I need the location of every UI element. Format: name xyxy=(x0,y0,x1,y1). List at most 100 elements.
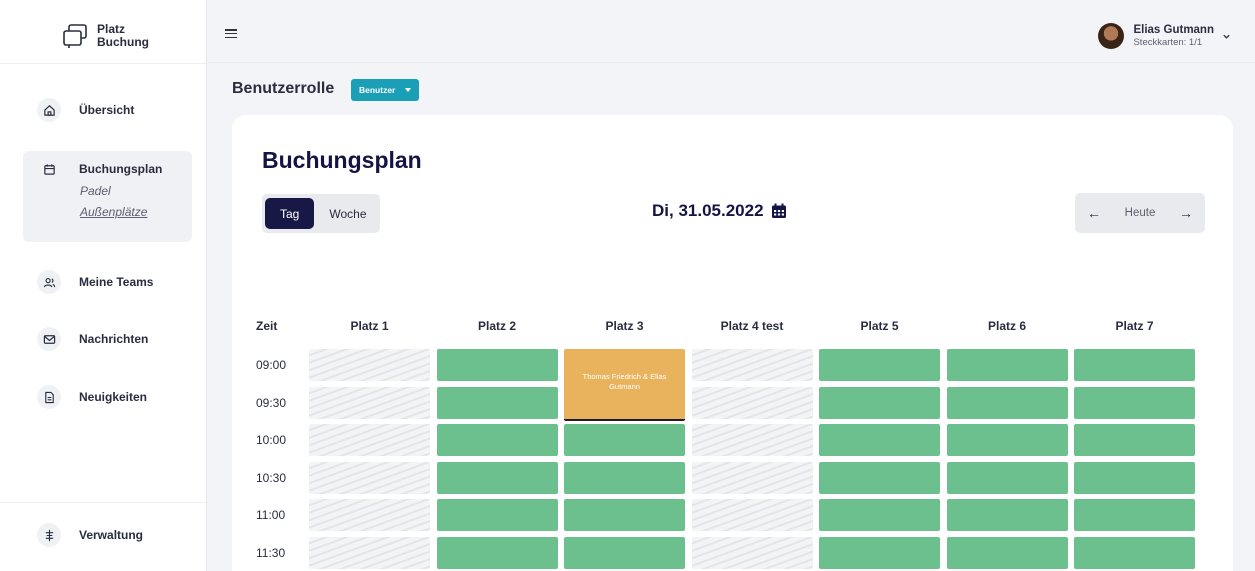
free-slot[interactable] xyxy=(436,424,558,456)
free-slot[interactable] xyxy=(1074,349,1195,381)
sidebar-item-buchungsplan[interactable]: Buchungsplan Padel Außenplätze xyxy=(23,151,192,242)
sidebar-item-meine-teams[interactable]: Meine Teams xyxy=(23,270,192,294)
free-slot[interactable] xyxy=(1074,461,1195,494)
free-slot[interactable] xyxy=(819,349,940,381)
free-slot[interactable] xyxy=(564,424,685,456)
chevron-down-icon xyxy=(1223,34,1230,39)
sidebar-item-label: Buchungsplan xyxy=(79,162,163,176)
time-label: 09:30 xyxy=(256,395,287,410)
calendar-icon xyxy=(37,157,61,181)
free-slot[interactable] xyxy=(436,349,558,381)
time-label: 11:30 xyxy=(256,545,286,560)
role-dropdown[interactable]: Benutzer xyxy=(351,79,420,101)
free-slot[interactable] xyxy=(819,461,940,494)
mail-icon xyxy=(37,327,61,351)
court-header: Platz 7 xyxy=(1115,319,1154,333)
free-slot[interactable] xyxy=(436,386,558,419)
view-toggle: Tag Woche xyxy=(262,194,380,233)
free-slot[interactable] xyxy=(564,499,685,531)
free-slot[interactable] xyxy=(564,461,685,494)
time-label: 11:00 xyxy=(256,508,286,522)
user-menu[interactable]: Elias Gutmann Steckkarten: 1/1 xyxy=(1098,23,1231,49)
unavailable-slot xyxy=(309,349,430,381)
free-slot[interactable] xyxy=(436,461,558,494)
unavailable-slot xyxy=(691,499,813,531)
free-slot[interactable] xyxy=(1074,386,1195,419)
sidebar-item-neuigkeiten[interactable]: Neuigkeiten xyxy=(23,385,192,409)
free-slot[interactable] xyxy=(819,536,940,569)
unavailable-slot xyxy=(691,424,813,456)
time-column-header: Zeit xyxy=(256,319,278,333)
schedule-card: Buchungsplan Tag Woche Di, 31.05.2022 ← … xyxy=(232,115,1233,571)
unavailable-slot xyxy=(691,461,813,494)
unavailable-slot xyxy=(309,536,430,569)
free-slot[interactable] xyxy=(946,349,1068,381)
sidebar-subitem-aussenplaetze[interactable]: Außenplätze xyxy=(80,202,147,223)
time-label: 10:00 xyxy=(256,433,287,447)
team-icon xyxy=(37,270,61,294)
sliders-icon xyxy=(37,523,61,547)
court-header: Platz 6 xyxy=(987,319,1026,333)
role-title: Benutzerrolle xyxy=(232,80,335,97)
arrow-left-icon[interactable]: ← xyxy=(1087,206,1101,220)
booking-block[interactable]: Thomas Friedrich & Elias Gutmann xyxy=(564,349,685,421)
free-slot[interactable] xyxy=(819,499,940,531)
free-slot[interactable] xyxy=(946,536,1068,569)
page-title: Buchungsplan xyxy=(262,147,422,173)
court-header: Platz 5 xyxy=(860,319,899,333)
free-slot[interactable] xyxy=(436,536,558,569)
unavailable-slot xyxy=(309,461,430,494)
free-slot[interactable] xyxy=(1074,536,1195,569)
date-label: Di, 31.05.2022 xyxy=(652,201,764,220)
document-icon xyxy=(37,385,61,409)
sidebar-item-uebersicht[interactable]: Übersicht xyxy=(23,98,192,122)
court-header: Platz 2 xyxy=(477,319,516,333)
free-slot[interactable] xyxy=(946,461,1068,494)
unavailable-slot xyxy=(691,386,813,419)
free-slot[interactable] xyxy=(819,424,940,456)
court-header: Platz 1 xyxy=(350,319,389,333)
divider xyxy=(0,63,206,64)
sidebar-item-nachrichten[interactable]: Nachrichten xyxy=(23,327,192,351)
home-icon xyxy=(37,98,61,122)
sidebar-item-label: Neuigkeiten xyxy=(79,390,148,404)
today-button[interactable]: Heute xyxy=(1125,207,1156,219)
time-label: 09:00 xyxy=(256,358,287,372)
tab-woche[interactable]: Woche xyxy=(314,198,381,229)
avatar xyxy=(1098,23,1125,49)
brand-logo[interactable]: Platz Buchung xyxy=(61,22,149,50)
free-slot[interactable] xyxy=(1074,499,1195,531)
arrow-right-icon[interactable]: → xyxy=(1179,206,1193,220)
sidebar-item-label: Übersicht xyxy=(79,103,135,117)
menu-icon[interactable] xyxy=(225,29,237,38)
role-dropdown-label: Benutzer xyxy=(359,85,396,95)
free-slot[interactable] xyxy=(564,536,685,569)
topbar: Elias Gutmann Steckkarten: 1/1 xyxy=(208,0,1255,63)
calendar-icon[interactable] xyxy=(771,203,787,219)
unavailable-slot xyxy=(309,499,430,531)
free-slot[interactable] xyxy=(946,499,1068,531)
free-slot[interactable] xyxy=(1074,424,1195,456)
sidebar-subitem-padel[interactable]: Padel xyxy=(80,181,111,202)
free-slot[interactable] xyxy=(436,499,558,531)
user-name: Elias Gutmann xyxy=(1133,24,1214,36)
sidebar-item-verwaltung[interactable]: Verwaltung xyxy=(23,523,192,547)
court-header: Platz 4 test xyxy=(720,319,784,333)
free-slot[interactable] xyxy=(946,424,1068,456)
free-slot[interactable] xyxy=(819,386,940,419)
court-header: Platz 3 xyxy=(605,319,644,333)
time-label: 10:30 xyxy=(256,470,287,485)
sidebar: Platz Buchung Übersicht Buchungsplan Pad… xyxy=(0,0,207,571)
caret-down-icon xyxy=(405,88,412,92)
divider xyxy=(0,502,206,503)
free-slot[interactable] xyxy=(946,386,1068,419)
current-date: Di, 31.05.2022 xyxy=(652,201,787,221)
sidebar-item-label: Meine Teams xyxy=(79,275,154,289)
date-pager: ← Heute → xyxy=(1075,193,1205,233)
unavailable-slot xyxy=(309,424,430,456)
tab-tag[interactable]: Tag xyxy=(265,198,315,229)
user-cards: Steckkarten: 1/1 xyxy=(1133,37,1203,48)
sidebar-item-label: Nachrichten xyxy=(79,332,149,346)
unavailable-slot xyxy=(309,386,430,419)
logo-icon xyxy=(63,24,87,48)
